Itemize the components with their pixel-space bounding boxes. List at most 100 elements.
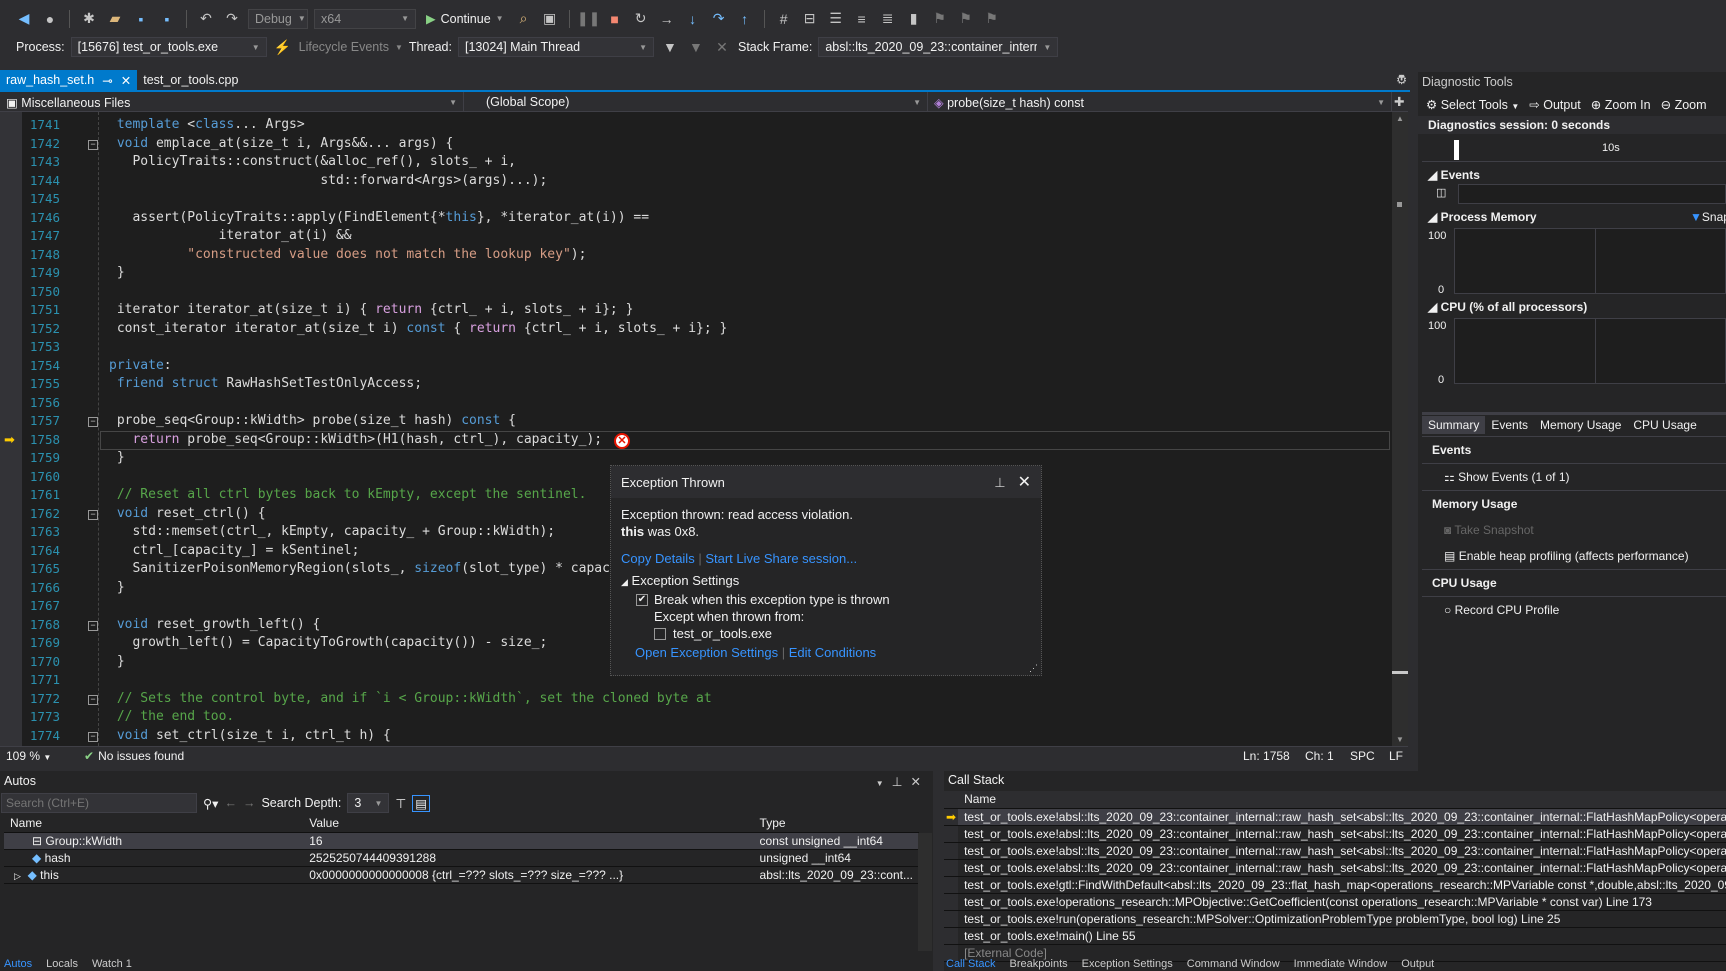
timeline-cursor[interactable] [1454,140,1459,160]
code-line[interactable]: "constructed value does not match the lo… [109,247,586,262]
call-stack-frame[interactable]: test_or_tools.exe!main() Line 55 [958,927,1726,945]
bookmark-clear-icon[interactable]: ⚑ [982,9,1002,29]
call-stack-frame[interactable]: test_or_tools.exe!absl::lts_2020_09_23::… [958,842,1726,860]
variable-value[interactable]: 16 [303,832,754,850]
code-line[interactable]: assert(PolicyTraits::apply(FindElement{*… [109,210,649,225]
tab-output[interactable]: Output [1401,958,1434,970]
save-icon[interactable]: ▪ [131,9,151,29]
search-depth-select[interactable]: 3 ▼ [347,793,390,813]
code-line[interactable]: void set_ctrl(size_t i, ctrl_t h) { [109,728,391,743]
open-file-icon[interactable]: ▰ [105,9,125,29]
bookmark-icon[interactable]: ▮ [904,9,924,29]
copy-details-link[interactable]: Copy Details [621,551,695,566]
tab-cpu-usage[interactable]: CPU Usage [1627,416,1702,434]
call-stack-frame[interactable]: test_or_tools.exe!absl::lts_2020_09_23::… [958,808,1726,826]
code-line[interactable]: std::memset(ctrl_, kEmpty, capacity_ + G… [109,524,555,539]
code-line[interactable]: const_iterator iterator_at(size_t i) con… [109,321,728,336]
tab-locals[interactable]: Locals [46,958,78,970]
screenshot-icon[interactable]: ▣ [540,9,560,29]
tab-events[interactable]: Events [1485,416,1534,434]
code-line[interactable]: } [109,265,125,280]
break-checkbox[interactable]: ✔ Break when this exception type is throw… [621,591,1031,608]
lifecycle-events-button[interactable]: Lifecycle Events [299,40,389,54]
call-stack-row[interactable]: test_or_tools.exe!gtl::FindWithDefault<a… [944,876,1726,894]
tab-watch-1[interactable]: Watch 1 [92,958,132,970]
call-stack-row[interactable]: test_or_tools.exe!operations_research::M… [944,893,1726,911]
process-select[interactable]: [15676] test_or_tools.exe ▼ [70,37,267,57]
show-next-statement-icon[interactable]: → [657,9,677,29]
thread-icon[interactable]: ⊟ [800,9,820,29]
scope-dropdown[interactable]: (Global Scope) ▼ [464,92,928,112]
output-button[interactable]: ⇨ Output [1529,97,1581,112]
close-icon[interactable]: ✕ [1018,474,1031,491]
issues-status[interactable]: No issues found [98,749,184,763]
select-tools-button[interactable]: ⚙ Select Tools ▼ [1426,97,1519,112]
fold-toggle-icon[interactable]: − [88,731,98,742]
code-line[interactable]: } [109,580,125,595]
call-stack-row[interactable]: test_or_tools.exe!main() Line 55 [944,927,1726,945]
flag-icon[interactable]: ✕ [712,37,732,57]
zoom-in-button[interactable]: ⊕ Zoom In [1591,97,1651,112]
heap-profiling-button[interactable]: ▤ Enable heap profiling (affects perform… [1422,543,1726,569]
pause-icon[interactable]: ❚❚ [577,9,600,29]
whitespace-indicator[interactable]: SPC [1350,749,1375,763]
zoom-level[interactable]: 109 % ▼ [0,749,60,763]
back-icon[interactable]: ◀ [14,9,34,29]
show-events-link[interactable]: ⚏ Show Events (1 of 1) [1422,463,1726,490]
hex-display-icon[interactable]: # [774,9,794,29]
thread-select[interactable]: [13024] Main Thread ▼ [457,37,654,57]
scroll-down-icon[interactable]: ▼ [1396,735,1404,744]
checkbox-checked-icon[interactable]: ✔ [636,593,648,606]
tab-breakpoints[interactable]: Breakpoints [1010,958,1068,970]
configuration-select[interactable]: Debug ▼ [248,8,308,29]
open-exception-settings-link[interactable]: Open Exception Settings [635,645,778,660]
call-stack-row[interactable]: test_or_tools.exe!absl::lts_2020_09_23::… [944,825,1726,843]
step-out-icon[interactable]: ↑ [735,9,755,29]
code-line[interactable]: friend struct RawHashSetTestOnlyAccess; [109,376,422,391]
close-icon[interactable]: ✕ [911,775,929,789]
code-line[interactable]: void reset_growth_left() { [109,617,321,632]
line-ending-indicator[interactable]: LF [1389,749,1403,763]
edit-conditions-link[interactable]: Edit Conditions [789,645,876,660]
tab-raw-hash-set-h[interactable]: raw_hash_set.h ⊸ ✕ [0,70,138,90]
autos-row[interactable]: ◆ hash 2525250744409391288 unsigned __int6… [4,849,919,867]
fold-toggle-icon[interactable]: − [88,139,98,150]
filter-icon[interactable]: ▼ [660,37,680,57]
tab-command-window[interactable]: Command Window [1187,958,1280,970]
tab-immediate-window[interactable]: Immediate Window [1294,958,1388,970]
scrollbar-thumb[interactable] [1392,671,1408,674]
undo-icon[interactable]: ↶ [196,9,216,29]
autos-row[interactable]: ⊟ Group::kWidth 16 const unsigned __int64 [4,832,919,850]
tab-summary[interactable]: Summary [1422,416,1486,434]
stack-icon[interactable]: ☰ [826,9,846,29]
fold-toggle-icon[interactable]: − [88,694,98,705]
scroll-up-icon[interactable]: ▲ [1396,114,1404,123]
autos-scrollbar[interactable] [918,833,932,951]
save-all-icon[interactable]: ▪ [157,9,177,29]
cpu-section-label[interactable]: ◢ CPU (% of all processors) [1428,300,1587,314]
bookmark-prev-icon[interactable]: ⚑ [930,9,950,29]
code-line[interactable]: growth_left() = CapacityToGrowth(capacit… [109,635,547,650]
code-line[interactable]: probe_seq<Group::kWidth> probe(size_t ha… [109,413,516,428]
column-header-type[interactable]: Type [753,815,919,833]
step-over-icon[interactable]: ↷ [709,9,729,29]
pin-icon[interactable]: ⊥ [994,475,1005,490]
fold-toggle-icon[interactable]: − [88,417,98,427]
code-line[interactable]: // Reset all ctrl bytes back to kEmpty, … [109,487,587,502]
tab-memory-usage[interactable]: Memory Usage [1534,416,1627,434]
settings-gear-icon[interactable]: ⚙ [1396,72,1407,87]
split-icon[interactable]: ✚ [1394,94,1404,109]
zoom-out-button[interactable]: ⊖ Zoom [1661,97,1707,112]
tab-call-stack[interactable]: Call Stack [946,958,996,970]
code-line[interactable]: } [109,654,125,669]
indent-icon[interactable]: ≡ [852,9,872,29]
bookmark-next-icon[interactable]: ⚑ [956,9,976,29]
code-line[interactable]: } [109,450,125,465]
live-share-link[interactable]: Start Live Share session... [705,551,857,566]
forward-arrow-icon[interactable]: → [243,796,256,810]
module-checkbox[interactable]: test_or_tools.exe [621,625,1031,642]
events-section-label[interactable]: ◢ Events [1428,168,1480,182]
timeline-ruler[interactable]: 10s [1422,140,1726,162]
dropdown-icon[interactable]: ▼ [876,779,892,788]
pin-icon[interactable]: ⊥ [892,775,911,789]
